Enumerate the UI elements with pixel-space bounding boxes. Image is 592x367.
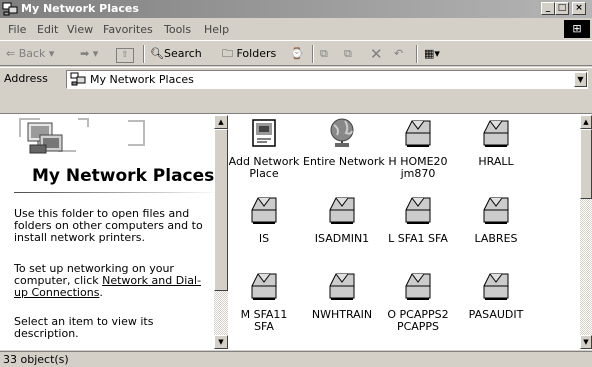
back-arrow-icon: ⇐ bbox=[6, 47, 16, 60]
maximize-button[interactable]: □ bbox=[555, 2, 569, 15]
setup-text-suffix: . bbox=[99, 286, 103, 299]
folders-label: Folders bbox=[236, 47, 277, 60]
item-label: O PCAPPS2 PCAPPS bbox=[387, 308, 449, 333]
network-share-icon bbox=[251, 273, 277, 300]
close-button[interactable]: × bbox=[572, 2, 586, 15]
views-icon: ▦ bbox=[424, 47, 435, 60]
menu-edit[interactable]: Edit bbox=[37, 23, 58, 36]
copy-to-button[interactable]: ⧉ bbox=[344, 45, 352, 63]
forward-button[interactable]: ➡ ▾ bbox=[80, 45, 98, 63]
item-label: Add Network Place bbox=[228, 155, 300, 180]
network-item[interactable]: M SFA11 SFA bbox=[225, 270, 303, 333]
undo-button[interactable]: ↶ bbox=[394, 45, 403, 63]
up-folder-button[interactable]: ⇧ bbox=[116, 45, 134, 63]
item-label: ISADMIN1 bbox=[314, 232, 370, 245]
move-to-button[interactable]: ⧉ bbox=[320, 45, 328, 63]
folders-icon: 🗀︎ bbox=[222, 47, 233, 60]
network-share-icon bbox=[329, 273, 355, 300]
undo-icon: ↶ bbox=[394, 47, 404, 60]
address-value: My Network Places bbox=[90, 73, 194, 86]
history-icon: ⌚ bbox=[290, 47, 304, 60]
network-item[interactable]: IS bbox=[225, 194, 303, 245]
copy-to-icon: ⧉ bbox=[344, 47, 352, 60]
item-label: NWHTRAIN bbox=[311, 308, 373, 321]
network-share-icon bbox=[405, 197, 431, 224]
menu-favorites[interactable]: Favorites bbox=[103, 23, 153, 36]
network-share-icon bbox=[329, 197, 355, 224]
up-folder-icon: ⇧ bbox=[116, 48, 134, 63]
back-button[interactable]: ⇐ Back ▾ bbox=[6, 45, 54, 63]
back-label: Back bbox=[18, 47, 46, 60]
network-places-icon bbox=[70, 72, 86, 86]
network-share-icon bbox=[405, 120, 431, 147]
item-label: HRALL bbox=[478, 155, 514, 168]
search-label: Search bbox=[163, 47, 202, 60]
menu-tools[interactable]: Tools bbox=[164, 23, 191, 36]
network-share-icon bbox=[405, 273, 431, 300]
delete-x-icon: ✕ bbox=[370, 45, 383, 63]
item-label: Entire Network bbox=[303, 155, 385, 168]
title-divider bbox=[14, 192, 220, 193]
scroll-thumb[interactable] bbox=[580, 129, 592, 199]
address-dropdown-button[interactable]: ▼ bbox=[574, 72, 587, 87]
network-item[interactable]: H HOME20 jm870 bbox=[379, 117, 457, 180]
network-share-icon bbox=[251, 197, 277, 224]
network-item[interactable]: L SFA1 SFA bbox=[379, 194, 457, 245]
folders-button[interactable]: 🗀︎ Folders bbox=[222, 45, 276, 63]
network-share-icon bbox=[483, 197, 509, 224]
network-item[interactable]: Add Network Place bbox=[225, 117, 303, 180]
network-item[interactable]: Entire Network bbox=[303, 117, 385, 168]
scroll-down-button[interactable]: ▼ bbox=[580, 335, 592, 349]
pane-setup-text: To set up networking on your computer, c… bbox=[14, 263, 214, 299]
network-item[interactable]: HRALL bbox=[457, 117, 535, 168]
menu-help[interactable]: Help bbox=[204, 23, 229, 36]
network-item[interactable]: O PCAPPS2 PCAPPS bbox=[379, 270, 457, 333]
scroll-up-button[interactable]: ▲ bbox=[580, 115, 592, 129]
item-label: H HOME20 jm870 bbox=[388, 155, 448, 180]
item-label: M SFA11 SFA bbox=[240, 308, 288, 333]
toolbar-separator bbox=[143, 45, 145, 63]
status-text: 33 object(s) bbox=[3, 353, 69, 366]
network-item[interactable]: LABRES bbox=[457, 194, 535, 245]
network-item[interactable]: ISADMIN1 bbox=[303, 194, 381, 245]
search-icon: 🔍︎ bbox=[150, 47, 164, 60]
delete-button[interactable]: ✕ bbox=[370, 45, 383, 63]
windows-logo-icon: ⊞ bbox=[564, 20, 590, 38]
views-button[interactable]: ▦▾ bbox=[424, 45, 440, 63]
search-button[interactable]: 🔍︎Search bbox=[150, 45, 202, 63]
network-places-icon bbox=[2, 2, 18, 16]
toolbar-separator bbox=[416, 45, 418, 63]
minimize-button[interactable]: _ bbox=[541, 2, 555, 15]
item-label: LABRES bbox=[474, 232, 518, 245]
address-label: Address bbox=[4, 72, 48, 85]
menu-view[interactable]: View bbox=[67, 23, 93, 36]
move-to-icon: ⧉ bbox=[320, 47, 328, 60]
network-places-banner-icon bbox=[19, 118, 145, 154]
scroll-down-button[interactable]: ▼ bbox=[214, 335, 228, 349]
item-label: L SFA1 SFA bbox=[388, 232, 448, 245]
history-button[interactable]: ⌚ bbox=[290, 45, 304, 63]
item-label: PASAUDIT bbox=[468, 308, 524, 321]
status-bar bbox=[0, 351, 592, 367]
network-share-icon bbox=[483, 120, 509, 147]
toolbar-separator bbox=[312, 45, 314, 63]
page-title: My Network Places bbox=[32, 166, 215, 186]
network-item[interactable]: NWHTRAIN bbox=[303, 270, 381, 321]
network-item[interactable]: PASAUDIT bbox=[457, 270, 535, 321]
window-title: My Network Places bbox=[21, 2, 139, 15]
menu-file[interactable]: File bbox=[8, 23, 26, 36]
network-share-icon bbox=[483, 273, 509, 300]
forward-arrow-icon: ➡ bbox=[80, 47, 90, 60]
add-network-place-icon bbox=[252, 119, 276, 147]
globe-icon bbox=[330, 118, 354, 147]
pane-select-hint: Select an item to view its description. bbox=[14, 315, 154, 340]
item-label: IS bbox=[258, 232, 270, 245]
pane-description: Use this folder to open files and folder… bbox=[14, 207, 203, 244]
